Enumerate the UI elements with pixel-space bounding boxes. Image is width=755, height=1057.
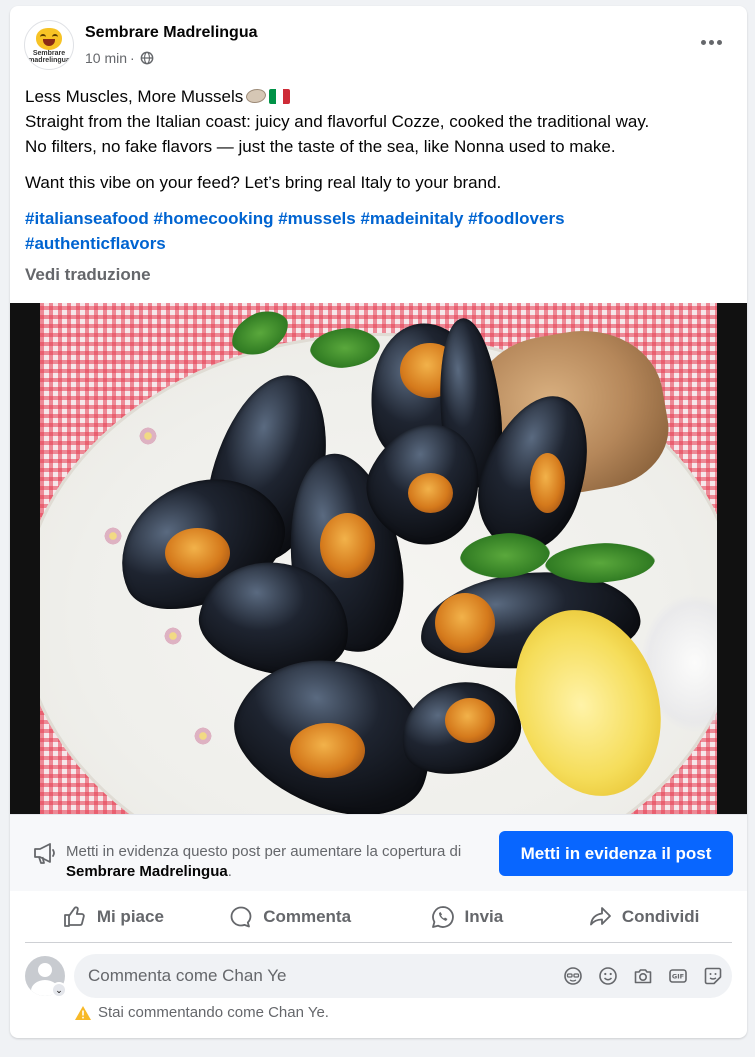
post-time[interactable]: 10 min bbox=[85, 50, 127, 66]
like-icon bbox=[63, 905, 85, 927]
post-message: Less Muscles, More Mussels Straight from… bbox=[25, 84, 735, 256]
share-button[interactable]: Condividi bbox=[555, 897, 732, 937]
globe-icon[interactable] bbox=[140, 51, 154, 65]
send-icon bbox=[431, 905, 454, 928]
commenting-as-text: Stai commentando come Chan Ye. bbox=[98, 1004, 329, 1021]
share-icon bbox=[589, 906, 611, 925]
sticker-icon[interactable] bbox=[702, 965, 724, 987]
megaphone-icon bbox=[34, 843, 55, 864]
post-image-container[interactable] bbox=[10, 303, 747, 814]
logo-text: Sembrare madrelingua bbox=[28, 50, 70, 64]
comment-input[interactable] bbox=[88, 966, 528, 986]
avatar-sticker-icon[interactable] bbox=[562, 965, 584, 987]
boost-page-name: Sembrare Madrelingua bbox=[66, 863, 228, 880]
post-line-2: Straight from the Italian coast: juicy a… bbox=[25, 112, 650, 131]
post-actions: Mi piace Commenta Invia Condividi bbox=[25, 891, 732, 943]
gif-icon[interactable]: GIF bbox=[667, 965, 689, 987]
send-button[interactable]: Invia bbox=[379, 897, 556, 937]
chevron-down-icon[interactable]: ⌄ bbox=[51, 982, 67, 998]
comment-composer[interactable]: GIF bbox=[74, 954, 732, 998]
laughing-face-logo bbox=[36, 28, 62, 50]
page-avatar[interactable]: Sembrare madrelingua bbox=[24, 20, 74, 70]
hashtag-link[interactable]: #italianseafood bbox=[25, 209, 149, 228]
hashtag-link[interactable]: #mussels bbox=[278, 209, 356, 228]
mussels-dish-photo[interactable] bbox=[40, 303, 717, 814]
commenting-as-notice: Stai commentando come Chan Ye. bbox=[74, 1004, 329, 1021]
hashtag-link[interactable]: #madeinitaly bbox=[360, 209, 463, 228]
like-button[interactable]: Mi piace bbox=[25, 897, 202, 937]
comment-button[interactable]: Commenta bbox=[202, 897, 379, 937]
hashtag-link[interactable]: #authenticflavors bbox=[25, 234, 166, 253]
oyster-emoji-icon bbox=[244, 86, 268, 106]
hashtag-list: #italianseafood #homecooking #mussels #m… bbox=[25, 206, 735, 256]
more-options-icon[interactable] bbox=[697, 34, 725, 50]
see-translation-link[interactable]: Vedi traduzione bbox=[25, 265, 151, 285]
hashtag-link[interactable]: #homecooking bbox=[154, 209, 274, 228]
boost-bar: Metti in evidenza questo post per aument… bbox=[10, 814, 747, 891]
post-line-3: No filters, no fake flavors — just the t… bbox=[25, 137, 616, 156]
meta-separator: · bbox=[130, 50, 135, 66]
post-line-4: Want this vibe on your feed? Let’s bring… bbox=[25, 173, 502, 192]
post-meta: 10 min · bbox=[85, 50, 154, 66]
camera-icon[interactable] bbox=[632, 965, 654, 987]
comment-icon bbox=[230, 906, 252, 927]
post-card: Sembrare madrelingua Sembrare Madrelingu… bbox=[10, 6, 747, 1038]
boost-post-button[interactable]: Metti in evidenza il post bbox=[499, 831, 733, 876]
svg-text:GIF: GIF bbox=[672, 973, 684, 981]
hashtag-link[interactable]: #foodlovers bbox=[468, 209, 564, 228]
emoji-icon[interactable] bbox=[597, 965, 619, 987]
boost-description: Metti in evidenza questo post per aument… bbox=[66, 843, 462, 880]
warning-icon bbox=[75, 1005, 91, 1020]
page-name[interactable]: Sembrare Madrelingua bbox=[85, 24, 258, 42]
post-line-1: Less Muscles, More Mussels bbox=[25, 84, 735, 109]
comment-tools: GIF bbox=[562, 965, 724, 987]
italy-flag-emoji-icon bbox=[269, 89, 291, 104]
